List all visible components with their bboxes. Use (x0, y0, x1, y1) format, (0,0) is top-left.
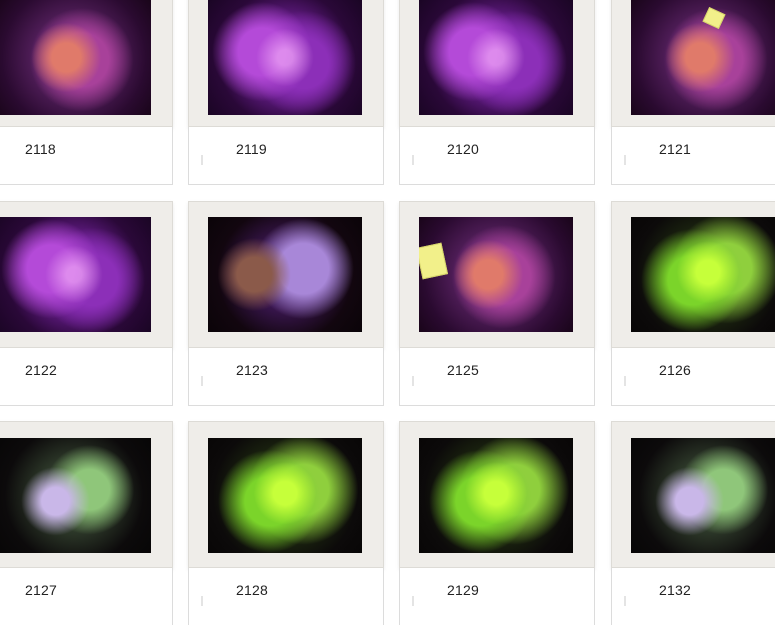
gallery-card[interactable]: 2125 (399, 201, 595, 421)
item-number[interactable]: 2127 (25, 582, 57, 598)
item-number[interactable]: 2118 (25, 141, 56, 157)
caption-box: 2123 (188, 348, 384, 406)
label-tag (419, 242, 449, 280)
gallery-card[interactable]: 2126 (611, 201, 775, 421)
item-number[interactable]: 2120 (447, 141, 479, 157)
gallery-card[interactable]: 2129 (399, 421, 595, 625)
coral-photo[interactable] (208, 217, 362, 332)
coral-photo[interactable] (0, 438, 151, 553)
item-number[interactable]: 2129 (447, 582, 479, 598)
caption-mark (412, 376, 414, 386)
gallery-card[interactable]: 2119 (188, 0, 384, 204)
item-number[interactable]: 2121 (659, 141, 691, 157)
gallery-card[interactable]: 2132 (611, 421, 775, 625)
caption-mark (624, 376, 626, 386)
coral-photo[interactable] (208, 438, 362, 553)
caption-box: 2129 (399, 568, 595, 625)
coral-photo[interactable] (631, 0, 775, 115)
caption-box: 2127 (0, 568, 173, 625)
caption-box: 2132 (611, 568, 775, 625)
caption-box: 2125 (399, 348, 595, 406)
gallery-card[interactable]: 2128 (188, 421, 384, 625)
item-number[interactable]: 2119 (236, 141, 267, 157)
coral-gallery-grid: 2118 2119 2120 2121 2122 2123 2125 2126 … (0, 0, 775, 625)
caption-box: 2120 (399, 127, 595, 185)
caption-box: 2122 (0, 348, 173, 406)
caption-mark (624, 596, 626, 606)
caption-box: 2128 (188, 568, 384, 625)
caption-mark (201, 155, 203, 165)
caption-mark (624, 155, 626, 165)
caption-mark (412, 596, 414, 606)
caption-mark (412, 155, 414, 165)
caption-box: 2119 (188, 127, 384, 185)
coral-photo[interactable] (419, 438, 573, 553)
coral-photo[interactable] (208, 0, 362, 115)
item-number[interactable]: 2126 (659, 362, 691, 378)
item-number[interactable]: 2125 (447, 362, 479, 378)
gallery-card[interactable]: 2123 (188, 201, 384, 421)
gallery-card[interactable]: 2118 (0, 0, 173, 204)
caption-mark (201, 596, 203, 606)
coral-photo[interactable] (631, 438, 775, 553)
gallery-card[interactable]: 2127 (0, 421, 173, 625)
item-number[interactable]: 2128 (236, 582, 268, 598)
gallery-card[interactable]: 2121 (611, 0, 775, 204)
coral-photo[interactable] (631, 217, 775, 332)
caption-box: 2118 (0, 127, 173, 185)
caption-box: 2126 (611, 348, 775, 406)
label-tag (702, 6, 726, 30)
coral-photo[interactable] (419, 217, 573, 332)
coral-photo[interactable] (419, 0, 573, 115)
caption-box: 2121 (611, 127, 775, 185)
item-number[interactable]: 2132 (659, 582, 691, 598)
gallery-card[interactable]: 2120 (399, 0, 595, 204)
caption-mark (201, 376, 203, 386)
item-number[interactable]: 2122 (25, 362, 57, 378)
gallery-card[interactable]: 2122 (0, 201, 173, 421)
coral-photo[interactable] (0, 217, 151, 332)
item-number[interactable]: 2123 (236, 362, 268, 378)
coral-photo[interactable] (0, 0, 151, 115)
